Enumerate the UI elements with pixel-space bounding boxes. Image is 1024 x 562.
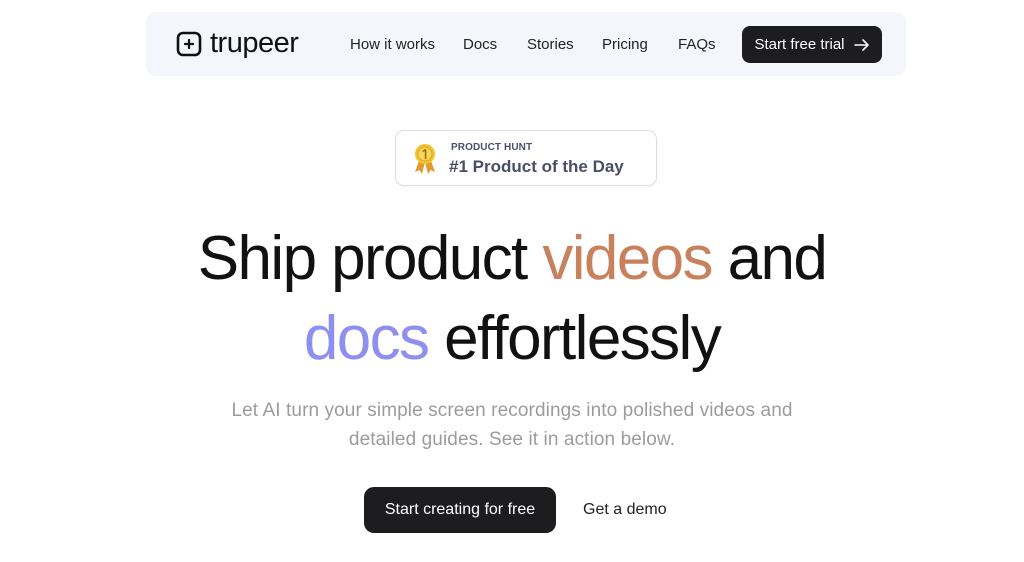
arrow-right-icon [853, 38, 869, 51]
product-hunt-badge[interactable]: PRODUCT HUNT #1 Product of the Day [395, 130, 657, 186]
start-creating-button[interactable]: Start creating for free [364, 487, 556, 533]
hero-accent-videos: videos [542, 224, 713, 293]
get-a-demo-link[interactable]: Get a demo [583, 501, 667, 519]
nav-link-docs[interactable]: Docs [463, 36, 497, 53]
badge-label-small: PRODUCT HUNT [451, 142, 533, 153]
start-free-trial-button[interactable]: Start free trial [742, 26, 882, 63]
hero-accent-docs: docs [303, 304, 430, 373]
hero-text: Ship product [197, 224, 543, 293]
nav-link-how-it-works[interactable]: How it works [350, 36, 435, 53]
hero-text: effortlessly [428, 304, 722, 373]
top-navbar: trupeer How it works Docs Stories Pricin… [146, 12, 906, 76]
nav-link-pricing[interactable]: Pricing [602, 36, 648, 53]
badge-label-big: #1 Product of the Day [449, 157, 624, 176]
nav-link-stories[interactable]: Stories [527, 36, 574, 53]
hero-headline-line-1: Ship product videos and [0, 228, 1024, 290]
hero-subtitle-line-2: detailed guides. See it in action below. [348, 429, 676, 450]
nav-link-faqs[interactable]: FAQs [678, 36, 716, 53]
hero-text: and [711, 224, 828, 293]
medal-icon [415, 144, 435, 174]
hero-headline-line-2: docs effortlessly [0, 308, 1024, 370]
start-free-trial-label: Start free trial [754, 36, 845, 53]
hero-subtitle-line-1: Let AI turn your simple screen recording… [231, 400, 793, 421]
